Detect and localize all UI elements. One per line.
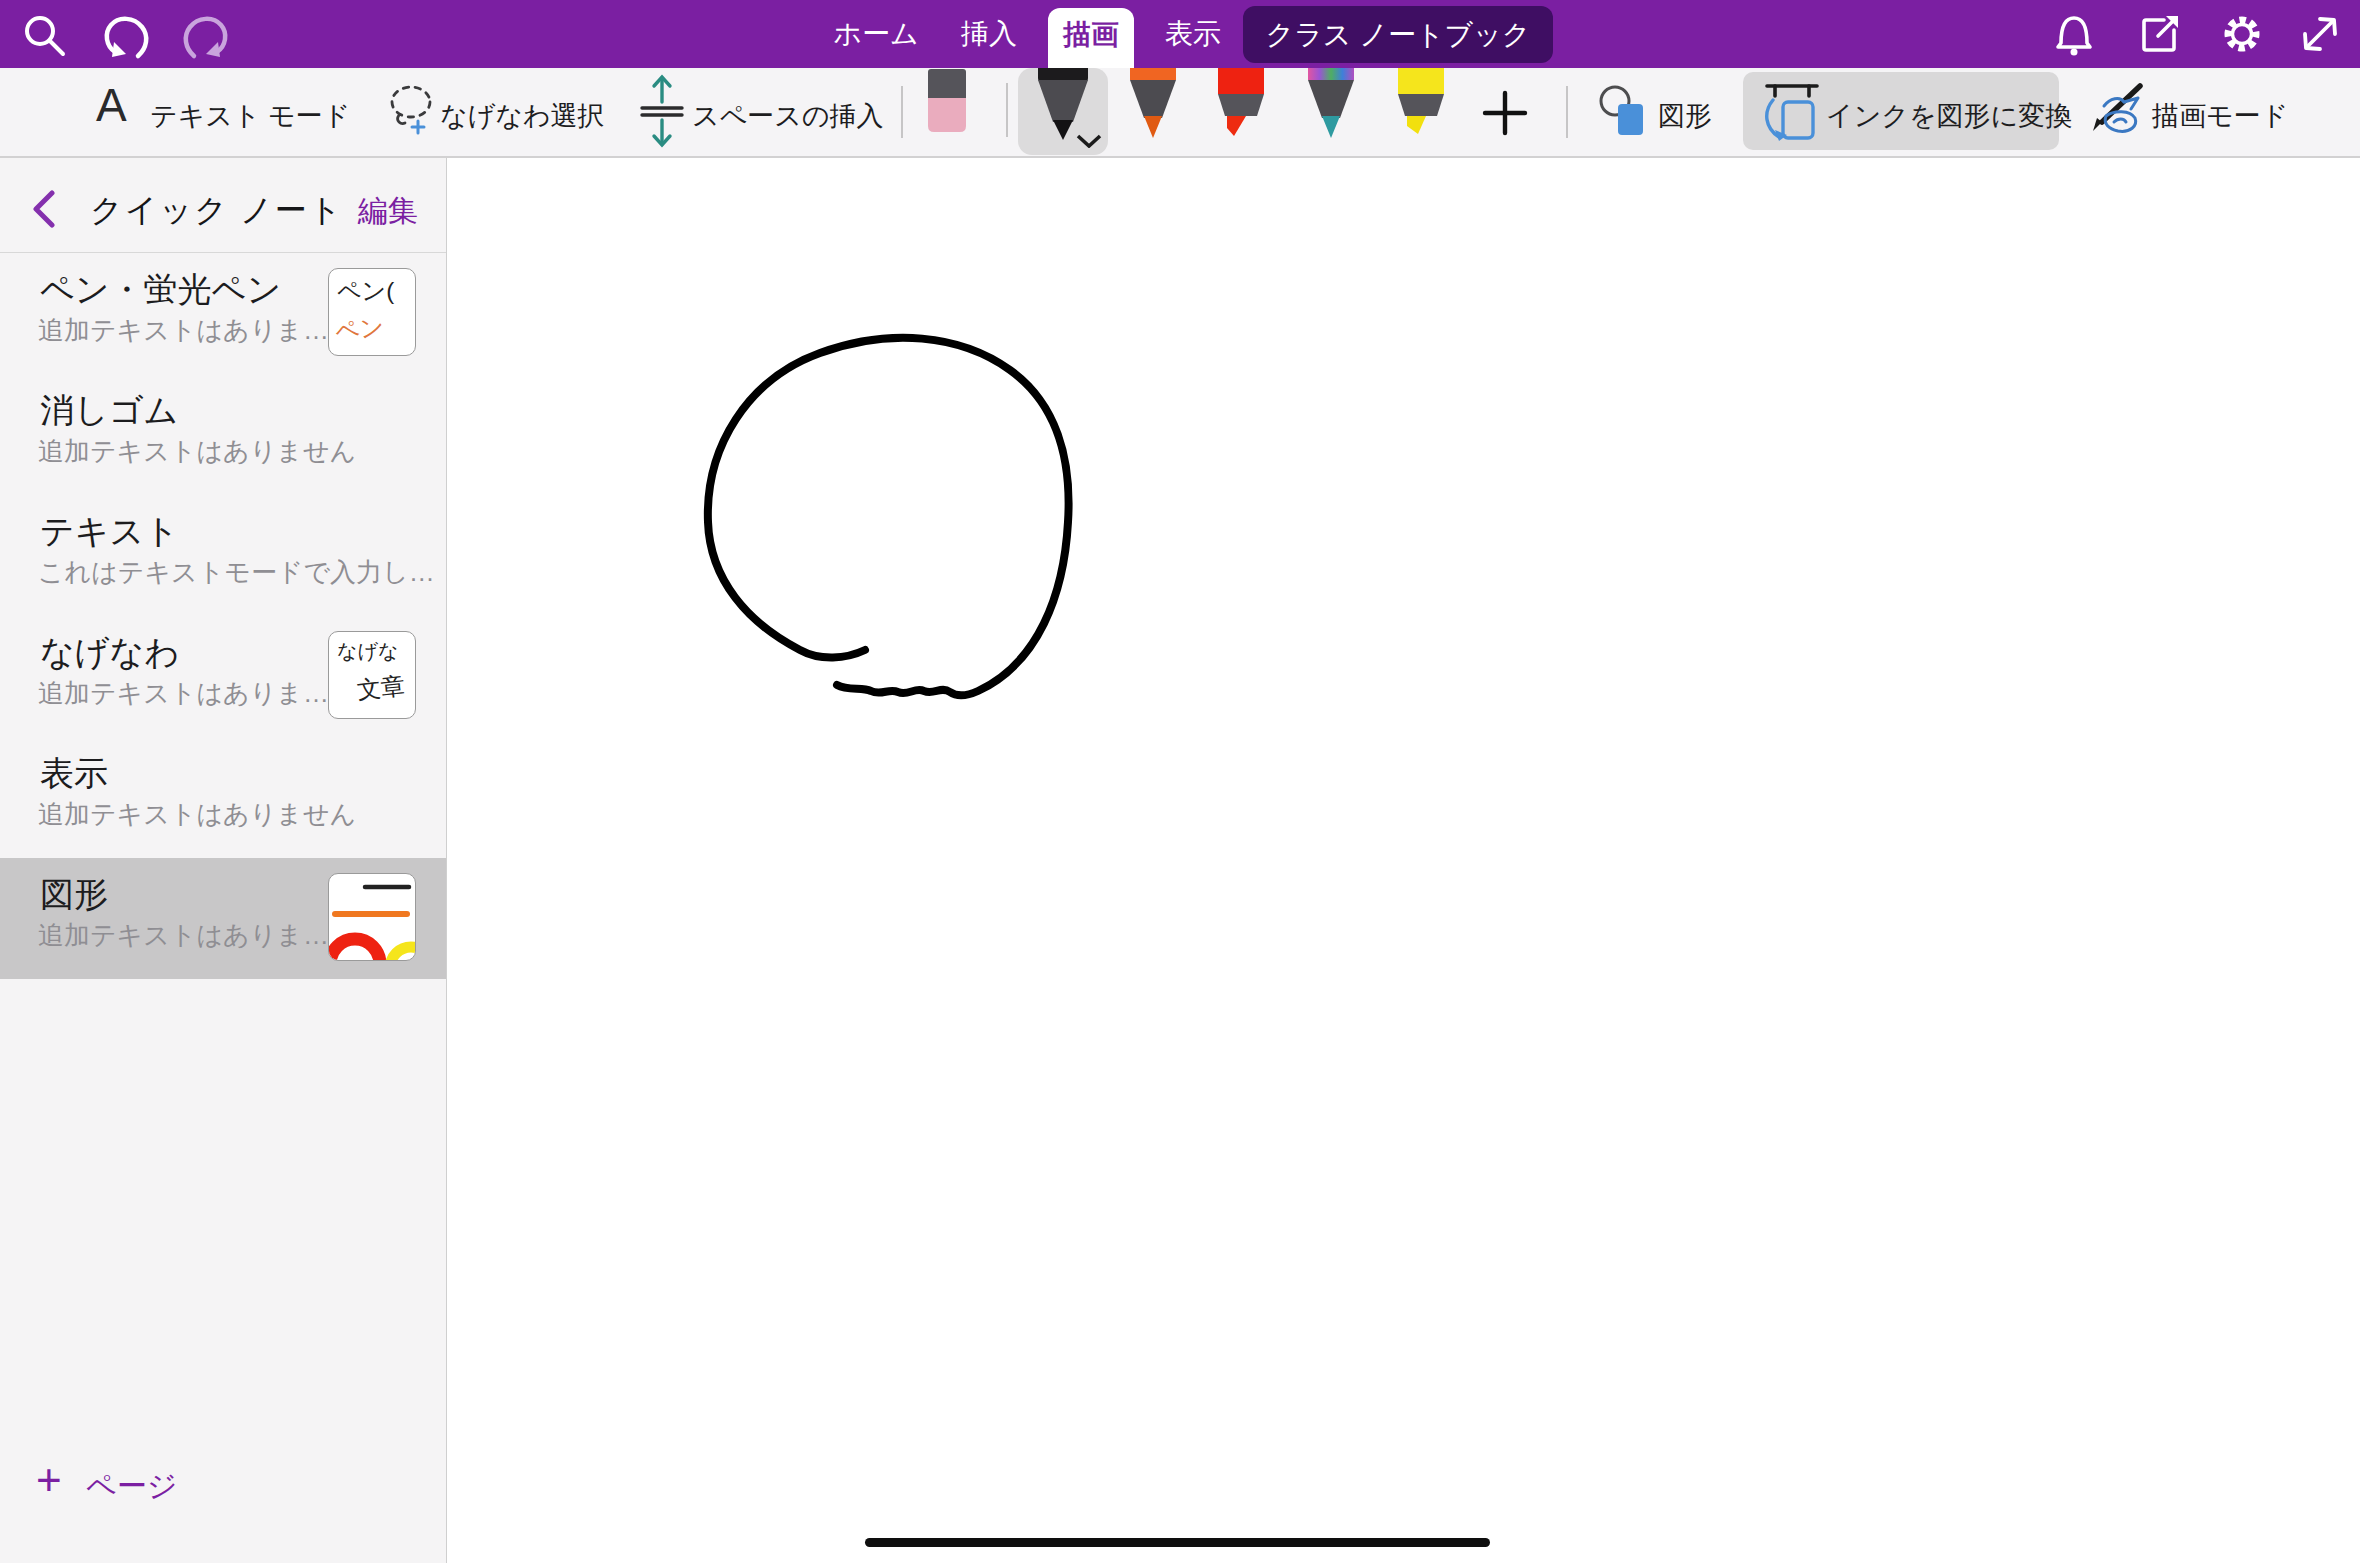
selected-pen-button[interactable] [1018, 68, 1108, 155]
plus-icon: + [36, 1458, 62, 1502]
sidebar-title: クイック ノート [90, 189, 328, 233]
search-icon[interactable] [20, 10, 70, 60]
undo-icon[interactable] [100, 10, 152, 62]
rainbow-pen[interactable] [1306, 68, 1356, 138]
ink-to-shape-button[interactable]: インクを図形に変換 [1743, 72, 2059, 150]
insert-space-button[interactable]: スペースの挿入 [636, 72, 866, 154]
note-subtitle: これはテキストモードで入力し… [38, 555, 435, 590]
note-item-text[interactable]: テキスト これはテキストモードで入力し… [0, 495, 446, 616]
orange-pen[interactable] [1128, 68, 1178, 138]
lasso-icon [385, 80, 441, 142]
note-item-pen-highlighter[interactable]: ペン・蛍光ペン 追加テキストはありま… ペン( ペン [0, 253, 446, 374]
onenote-app: ホーム 挿入 描画 表示 クラス ノートブック A テキスト モード [0, 0, 2360, 1563]
shape-icon [1598, 84, 1648, 138]
add-page-button[interactable]: + ページ [0, 1458, 446, 1518]
draw-mode-icon [2088, 80, 2146, 144]
notes-sidebar: クイック ノート 編集 ペン・蛍光ペン 追加テキストはありま… ペン( ペン 消… [0, 158, 447, 1563]
yellow-highlighter[interactable] [1396, 68, 1446, 138]
sidebar-header: クイック ノート 編集 [0, 158, 446, 253]
black-pen [1035, 68, 1091, 140]
note-item-view[interactable]: 表示 追加テキストはありません [0, 737, 446, 858]
note-title: テキスト [40, 509, 179, 555]
tab-insert[interactable]: 挿入 [944, 0, 1034, 68]
draw-mode-button[interactable]: 描画モード [2088, 78, 2288, 148]
ink-to-shape-icon [1759, 80, 1823, 142]
shape-button[interactable]: 図形 [1598, 80, 1728, 146]
text-mode-button[interactable]: A テキスト モード [96, 82, 336, 142]
note-subtitle: 追加テキストはありま… [38, 313, 329, 348]
add-pen-button[interactable] [1482, 90, 1528, 136]
note-subtitle: 追加テキストはありません [38, 797, 356, 832]
insert-space-icon [636, 72, 688, 150]
eraser-tool[interactable] [924, 68, 970, 134]
settings-gear-icon[interactable] [2214, 6, 2270, 62]
redo-icon[interactable] [180, 10, 232, 62]
draw-toolbar: A テキスト モード なげなわ選択 [0, 68, 2360, 158]
note-item-eraser[interactable]: 消しゴム 追加テキストはありません [0, 374, 446, 495]
note-thumbnail: なげな 文章 [328, 631, 416, 719]
note-thumbnail: ペン( ペン [328, 268, 416, 356]
share-icon[interactable] [2136, 10, 2184, 58]
drawing-canvas[interactable] [448, 158, 2360, 1563]
home-indicator[interactable] [865, 1538, 1490, 1547]
note-title: 表示 [40, 751, 108, 797]
note-title: 消しゴム [40, 388, 178, 434]
note-subtitle: 追加テキストはありません [38, 434, 356, 469]
ink-stroke-circle [448, 158, 2360, 1563]
note-title: なげなわ [40, 630, 179, 676]
top-bar: ホーム 挿入 描画 表示 クラス ノートブック [0, 0, 2360, 68]
red-highlighter[interactable] [1216, 68, 1266, 138]
note-subtitle: 追加テキストはありま… [38, 918, 329, 953]
note-title: 図形 [40, 872, 108, 918]
tab-draw[interactable]: 描画 [1048, 8, 1134, 68]
fullscreen-icon[interactable] [2296, 10, 2344, 58]
note-item-shapes[interactable]: 図形 追加テキストはありま… [0, 858, 446, 979]
note-title: ペン・蛍光ペン [40, 267, 281, 313]
chevron-down-icon [1076, 134, 1102, 148]
back-chevron-icon[interactable] [30, 190, 56, 228]
bell-icon[interactable] [2050, 10, 2098, 58]
text-mode-icon: A [96, 78, 127, 132]
tab-view[interactable]: 表示 [1150, 0, 1236, 68]
edit-button[interactable]: 編集 [358, 191, 418, 232]
note-subtitle: 追加テキストはありま… [38, 676, 329, 711]
note-item-lasso[interactable]: なげなわ 追加テキストはありま… なげな 文章 [0, 616, 446, 737]
lasso-select-button[interactable]: なげなわ選択 [385, 78, 595, 148]
tab-class-notebook[interactable]: クラス ノートブック [1243, 6, 1553, 63]
tab-home[interactable]: ホーム [826, 0, 926, 68]
note-thumbnail [328, 873, 416, 961]
